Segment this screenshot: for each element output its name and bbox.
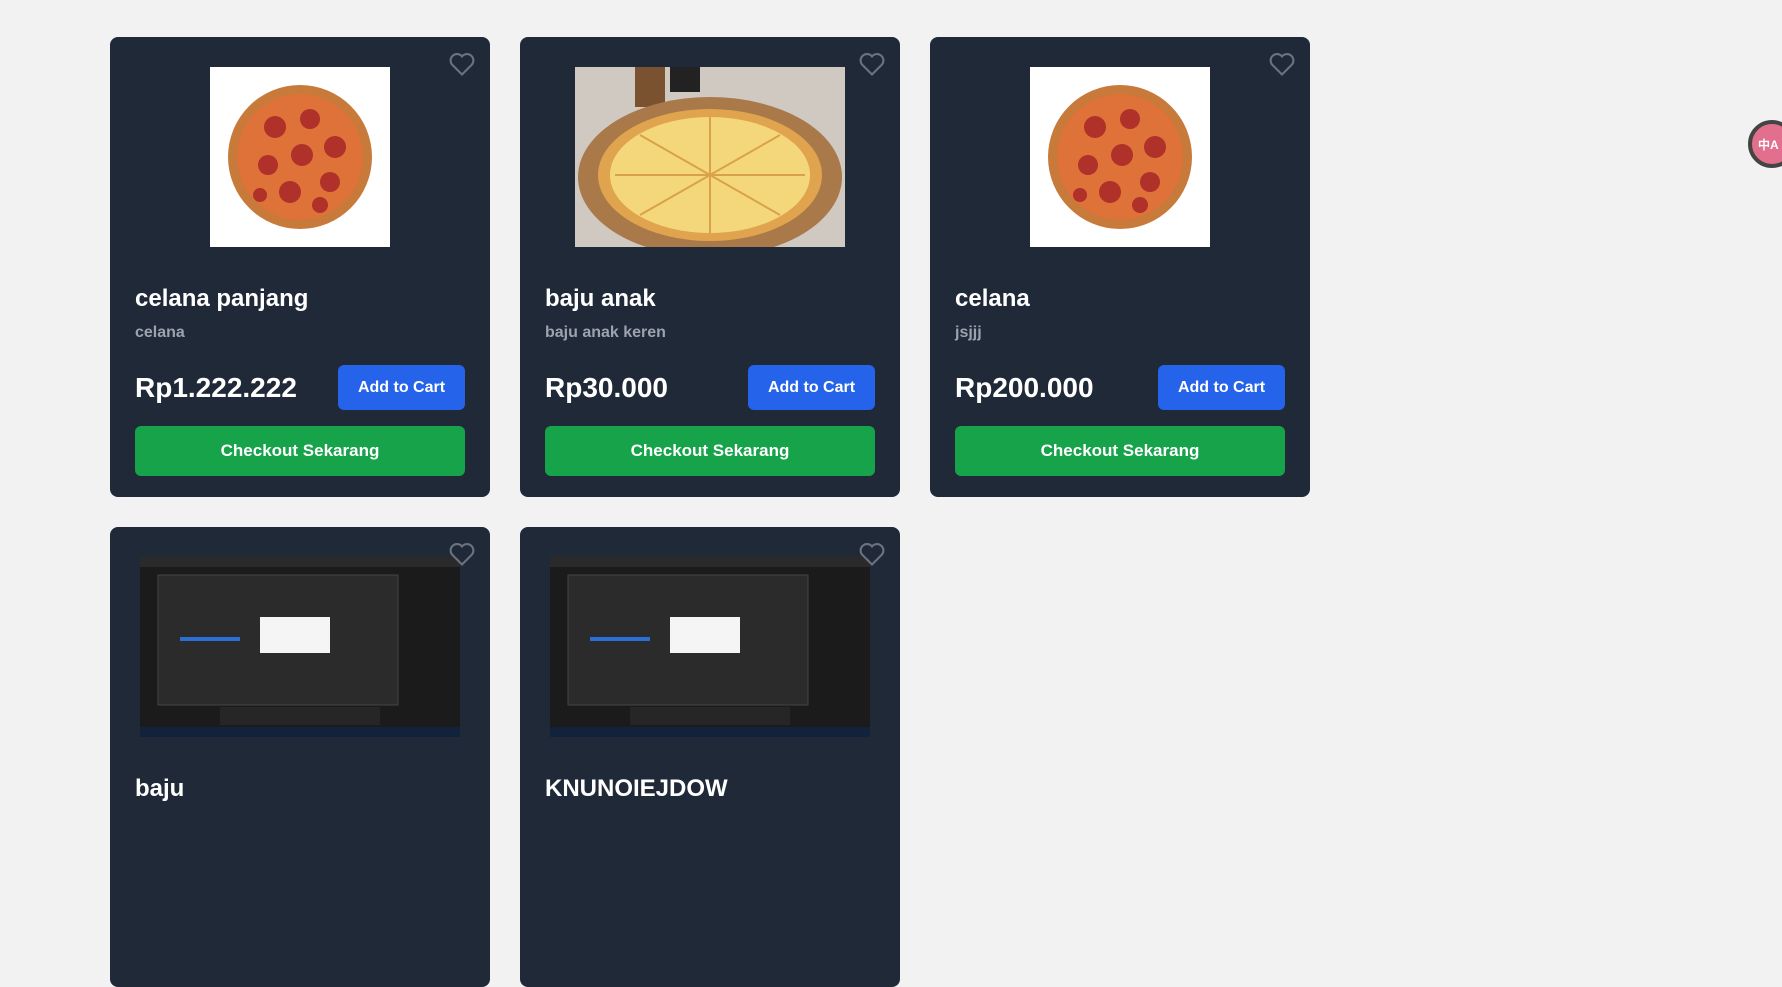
price-row: Rp1.222.222 Add to Cart — [135, 365, 465, 410]
product-title: baju — [135, 775, 185, 802]
product-card: baju anak baju anak keren Rp30.000 Add t… — [520, 37, 900, 497]
product-image-pepperoni-pizza — [210, 67, 390, 247]
translate-icon[interactable]: 中A — [1748, 120, 1782, 168]
product-card: KNUNOIEJDOW — [520, 527, 900, 987]
product-card: baju — [110, 527, 490, 987]
product-card: celana panjang celana Rp1.222.222 Add to… — [110, 37, 490, 497]
price-row: Rp200.000 Add to Cart — [955, 365, 1285, 410]
product-price: Rp1.222.222 — [135, 371, 297, 403]
translate-widget-label: 中A — [1758, 137, 1779, 152]
product-price: Rp30.000 — [545, 371, 668, 403]
price-row: Rp30.000 Add to Cart — [545, 365, 875, 410]
product-title: baju anak — [545, 285, 656, 312]
product-image-cheese-pizza — [575, 67, 845, 247]
product-image-screenshot — [550, 557, 870, 737]
product-subtitle: jsjjj — [955, 324, 982, 341]
product-title: celana — [955, 285, 1030, 312]
product-price: Rp200.000 — [955, 371, 1094, 403]
add-to-cart-button[interactable]: Add to Cart — [1158, 365, 1285, 410]
product-image-screenshot — [140, 557, 460, 737]
heart-outline-icon[interactable] — [1268, 51, 1296, 77]
product-subtitle: baju anak keren — [545, 324, 666, 341]
heart-outline-icon[interactable] — [448, 51, 476, 77]
product-title: celana panjang — [135, 285, 309, 312]
product-card: celana jsjjj Rp200.000 Add to Cart Check… — [930, 37, 1310, 497]
add-to-cart-button[interactable]: Add to Cart — [338, 365, 465, 410]
checkout-button[interactable]: Checkout Sekarang — [545, 426, 875, 476]
product-subtitle: celana — [135, 324, 185, 341]
product-image-pepperoni-pizza — [1030, 67, 1210, 247]
add-to-cart-button[interactable]: Add to Cart — [748, 365, 875, 410]
heart-outline-icon[interactable] — [858, 51, 886, 77]
product-title: KNUNOIEJDOW — [545, 775, 728, 802]
heart-outline-icon[interactable] — [448, 541, 476, 567]
checkout-button[interactable]: Checkout Sekarang — [955, 426, 1285, 476]
checkout-button[interactable]: Checkout Sekarang — [135, 426, 465, 476]
heart-outline-icon[interactable] — [858, 541, 886, 567]
product-grid: celana panjang celana Rp1.222.222 Add to… — [110, 37, 1310, 987]
